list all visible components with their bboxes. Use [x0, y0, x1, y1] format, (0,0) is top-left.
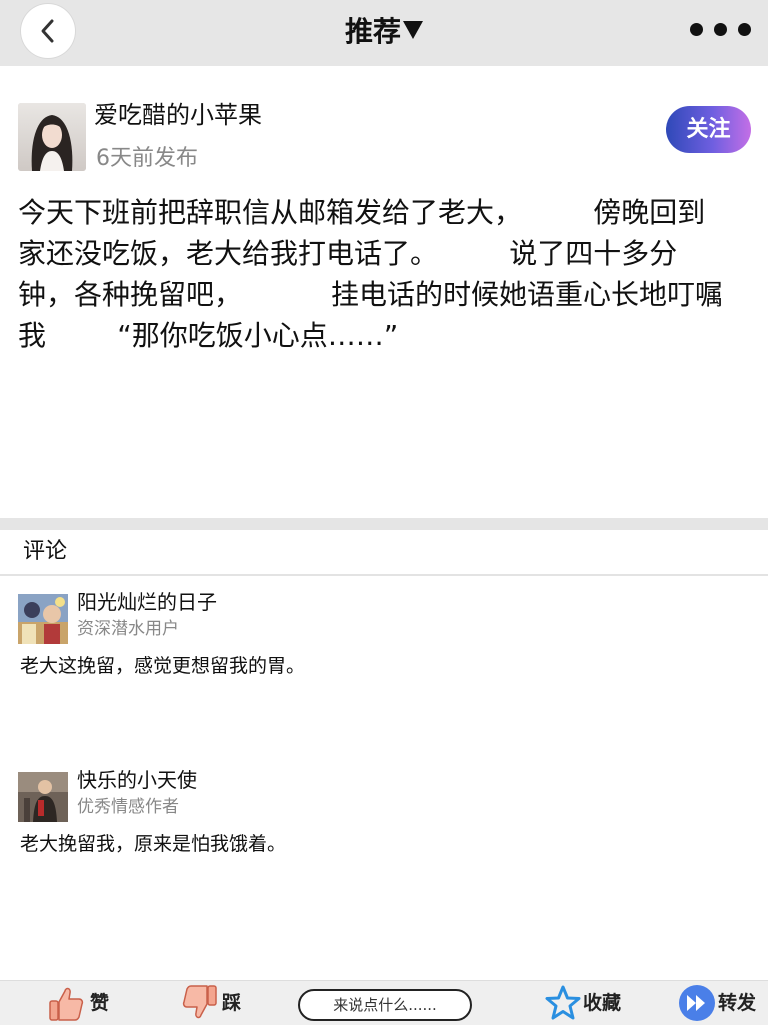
favorite-label: 收藏 [583, 992, 622, 1014]
more-dot [714, 23, 727, 36]
more-button[interactable] [690, 20, 754, 40]
like-button[interactable]: 赞 [48, 981, 112, 1025]
post-content: 今天下班前把辞职信从邮箱发给了老大， 傍晚回到 家还没吃饭，老大给我打电话了。 … [18, 192, 752, 356]
commenter-avatar[interactable] [18, 594, 68, 644]
more-dot [738, 23, 751, 36]
comments-heading: 评论 [23, 539, 68, 564]
bottom-action-bar: 赞 踩 来说点什么...... 收藏 转发 [0, 980, 768, 1025]
comment-text: 老大挽留我，原来是怕我饿着。 [20, 833, 287, 855]
post-text-line: 我 “那你吃饭小心点……” [18, 319, 399, 352]
thumbs-down-icon [182, 985, 217, 1019]
commenter-badge: 优秀情感作者 [77, 797, 179, 817]
favorite-button[interactable]: 收藏 [545, 981, 625, 1025]
top-navigation-bar: 推荐 [0, 0, 768, 66]
commenter-name[interactable]: 阳光灿烂的日子 [77, 588, 217, 616]
commenter-avatar[interactable] [18, 772, 68, 822]
post-timestamp: 6天前发布 [96, 146, 198, 171]
forward-icon [679, 985, 715, 1021]
comment-input[interactable]: 来说点什么...... [298, 989, 472, 1021]
author-name[interactable]: 爱吃醋的小苹果 [94, 99, 262, 131]
thumbs-up-icon [49, 987, 84, 1021]
like-label: 赞 [90, 992, 110, 1014]
feed-selector[interactable]: 推荐 [0, 14, 768, 50]
author-avatar[interactable] [18, 103, 86, 171]
commenter-name[interactable]: 快乐的小天使 [77, 766, 197, 794]
follow-button[interactable]: 关注 [666, 106, 751, 153]
commenter-badge: 资深潜水用户 [77, 619, 179, 639]
page-title: 推荐 [344, 15, 401, 48]
caret-down-icon [403, 21, 423, 39]
star-icon [545, 985, 581, 1020]
share-label: 转发 [718, 992, 757, 1014]
comment-text: 老大这挽留，感觉更想留我的胃。 [20, 655, 306, 677]
section-divider [0, 518, 768, 530]
dislike-label: 踩 [222, 992, 242, 1014]
divider [0, 574, 768, 576]
more-dots-icon [690, 23, 703, 36]
share-button[interactable]: 转发 [678, 981, 760, 1025]
post-text-line: 今天下班前把辞职信从邮箱发给了老大， 傍晚回到 [18, 196, 706, 229]
post-text-line: 家还没吃饭，老大给我打电话了。 说了四十多分 [18, 237, 678, 270]
post-text-line: 钟，各种挽留吧， 挂电话的时候她语重心长地叮嘱 [18, 278, 724, 311]
dislike-button[interactable]: 踩 [182, 981, 246, 1025]
